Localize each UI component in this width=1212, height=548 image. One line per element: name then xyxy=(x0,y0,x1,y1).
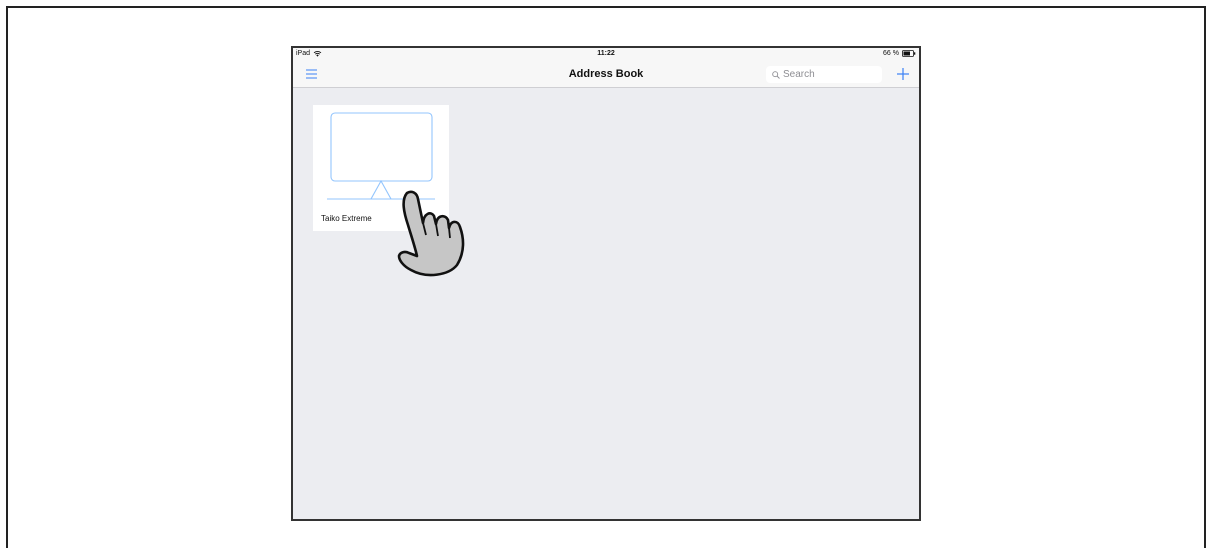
plus-icon[interactable] xyxy=(894,65,912,83)
monitor-icon xyxy=(327,112,435,200)
status-right: 66 % xyxy=(883,50,916,57)
device-card[interactable]: Taiko Extreme xyxy=(313,105,449,231)
search-icon xyxy=(772,70,780,79)
search-input[interactable] xyxy=(783,69,878,80)
battery-percent: 66 % xyxy=(883,50,899,57)
ipad-screen: iPad 11:22 66 % Address Book Search Taik… xyxy=(291,46,921,521)
search-field[interactable] xyxy=(766,66,882,83)
content-area: Taiko Extreme xyxy=(293,88,919,519)
nav-bar: Address Book xyxy=(293,61,919,88)
battery-icon xyxy=(902,50,916,57)
status-time: 11:22 xyxy=(597,50,615,57)
status-bar: iPad 11:22 66 % xyxy=(293,48,919,61)
device-name: Taiko Extreme xyxy=(321,214,372,223)
